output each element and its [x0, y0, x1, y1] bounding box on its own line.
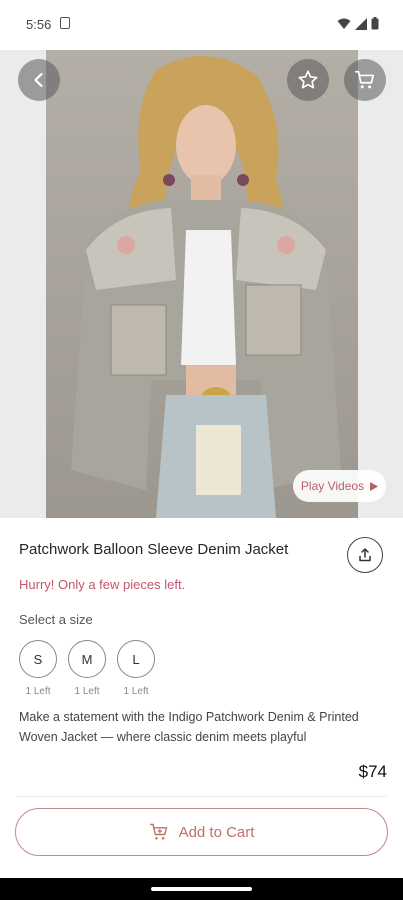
cart-icon: [149, 823, 167, 840]
status-icons: [337, 17, 379, 30]
product-info-panel: Patchwork Balloon Sleeve Denim Jacket Hu…: [0, 518, 403, 878]
play-videos-button[interactable]: Play Videos: [293, 470, 386, 502]
size-heading: Select a size: [19, 612, 93, 627]
share-icon: [359, 548, 371, 562]
star-icon: [298, 70, 318, 89]
a-notification-icon: [60, 17, 70, 29]
stock-urgency-text: Hurry! Only a few pieces left.: [19, 577, 186, 592]
product-description: Make a statement with the Indigo Patchwo…: [19, 710, 359, 744]
signal-icon: [355, 17, 367, 30]
product-title: Patchwork Balloon Sleeve Denim Jacket: [19, 541, 289, 558]
size-option-l: L 1 Left: [117, 640, 155, 697]
play-videos-label: Play Videos: [300, 479, 365, 493]
size-stock-s: 1 Left: [25, 686, 51, 697]
size-option-s: S 1 Left: [19, 640, 57, 697]
favorite-button[interactable]: [287, 59, 329, 101]
size-selector: S 1 Left M 1 Left L 1 Left: [19, 640, 155, 697]
size-stock-m: 1 Left: [74, 686, 100, 697]
size-stock-l: 1 Left: [123, 686, 149, 697]
product-image-carousel[interactable]: Play Videos: [0, 50, 403, 518]
add-to-cart-button[interactable]: Add to Cart: [15, 808, 388, 856]
wifi-icon: [337, 18, 351, 29]
play-icon: [370, 481, 379, 491]
size-option-m: M 1 Left: [68, 640, 106, 697]
back-button[interactable]: [18, 59, 60, 101]
divider: [16, 796, 387, 797]
product-photo: [46, 50, 358, 518]
battery-icon: [371, 17, 379, 30]
home-handle[interactable]: [151, 887, 252, 891]
size-button-m[interactable]: M: [68, 640, 106, 678]
system-navigation-bar: [0, 878, 403, 900]
status-bar: 5:56: [0, 0, 403, 50]
share-button[interactable]: [347, 537, 383, 573]
size-button-s[interactable]: S: [19, 640, 57, 678]
back-arrow-icon: [34, 72, 43, 88]
add-to-cart-label: Add to Cart: [178, 823, 255, 841]
product-price: $74: [358, 762, 387, 781]
status-time: 5:56: [26, 17, 52, 32]
size-button-l[interactable]: L: [117, 640, 155, 678]
cart-icon: [355, 70, 375, 89]
cart-button[interactable]: [344, 59, 386, 101]
